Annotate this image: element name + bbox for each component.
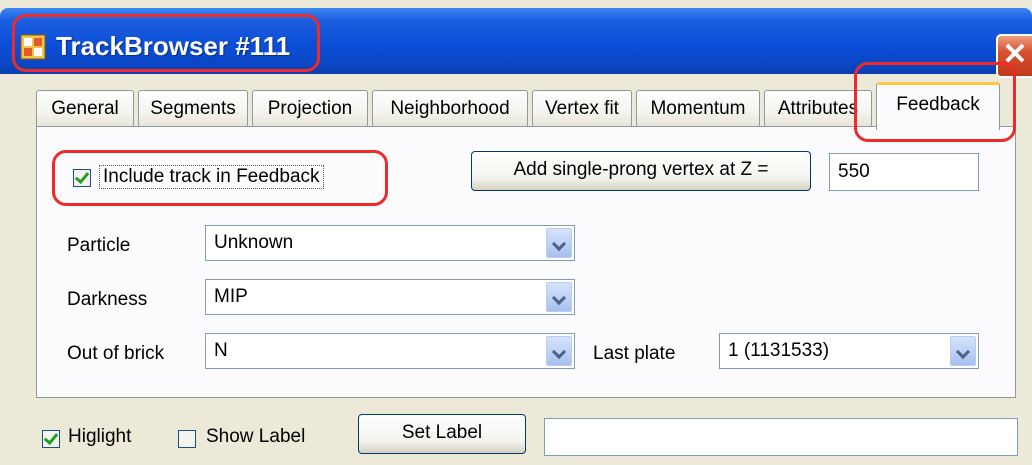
- particle-value: Unknown: [214, 232, 294, 253]
- highlight-checkbox[interactable]: [42, 430, 60, 448]
- annotation-checkbox-highlight: [52, 150, 388, 206]
- tab-momentum[interactable]: Momentum: [636, 90, 760, 127]
- out-of-brick-select[interactable]: N: [205, 333, 575, 369]
- label-text-field[interactable]: [544, 418, 1018, 456]
- chevron-down-icon[interactable]: [546, 282, 572, 312]
- tab-general[interactable]: General: [36, 90, 134, 127]
- tab-segments[interactable]: Segments: [138, 90, 248, 127]
- tab-projection[interactable]: Projection: [252, 90, 368, 127]
- show-label-checkbox[interactable]: [178, 430, 196, 448]
- last-plate-label: Last plate: [593, 343, 676, 364]
- show-label-label[interactable]: Show Label: [206, 426, 305, 448]
- tab-vertex-fit[interactable]: Vertex fit: [532, 90, 632, 127]
- out-of-brick-value: N: [214, 340, 228, 361]
- z-value-field[interactable]: 550: [829, 153, 979, 191]
- set-label-button[interactable]: Set Label: [358, 414, 526, 454]
- highlight-label[interactable]: Higlight: [68, 426, 131, 448]
- darkness-value: MIP: [214, 286, 248, 307]
- particle-label: Particle: [67, 235, 131, 256]
- last-plate-value: 1 (1131533): [728, 340, 830, 361]
- window-frame: TrackBrowser #111 ✕ General Segments Pro…: [0, 0, 1032, 465]
- tab-feedback[interactable]: Feedback: [876, 82, 1000, 130]
- darkness-select[interactable]: MIP: [205, 279, 575, 315]
- chevron-down-icon[interactable]: [546, 336, 572, 366]
- chevron-down-icon[interactable]: [546, 228, 572, 258]
- last-plate-select[interactable]: 1 (1131533): [719, 333, 979, 369]
- tab-neighborhood[interactable]: Neighborhood: [372, 90, 528, 127]
- out-of-brick-label: Out of brick: [67, 343, 165, 364]
- add-vertex-button[interactable]: Add single-prong vertex at Z =: [471, 151, 811, 191]
- darkness-label: Darkness: [67, 289, 148, 310]
- particle-select[interactable]: Unknown: [205, 225, 575, 261]
- annotation-title-highlight: [12, 14, 320, 72]
- chevron-down-icon[interactable]: [950, 336, 976, 366]
